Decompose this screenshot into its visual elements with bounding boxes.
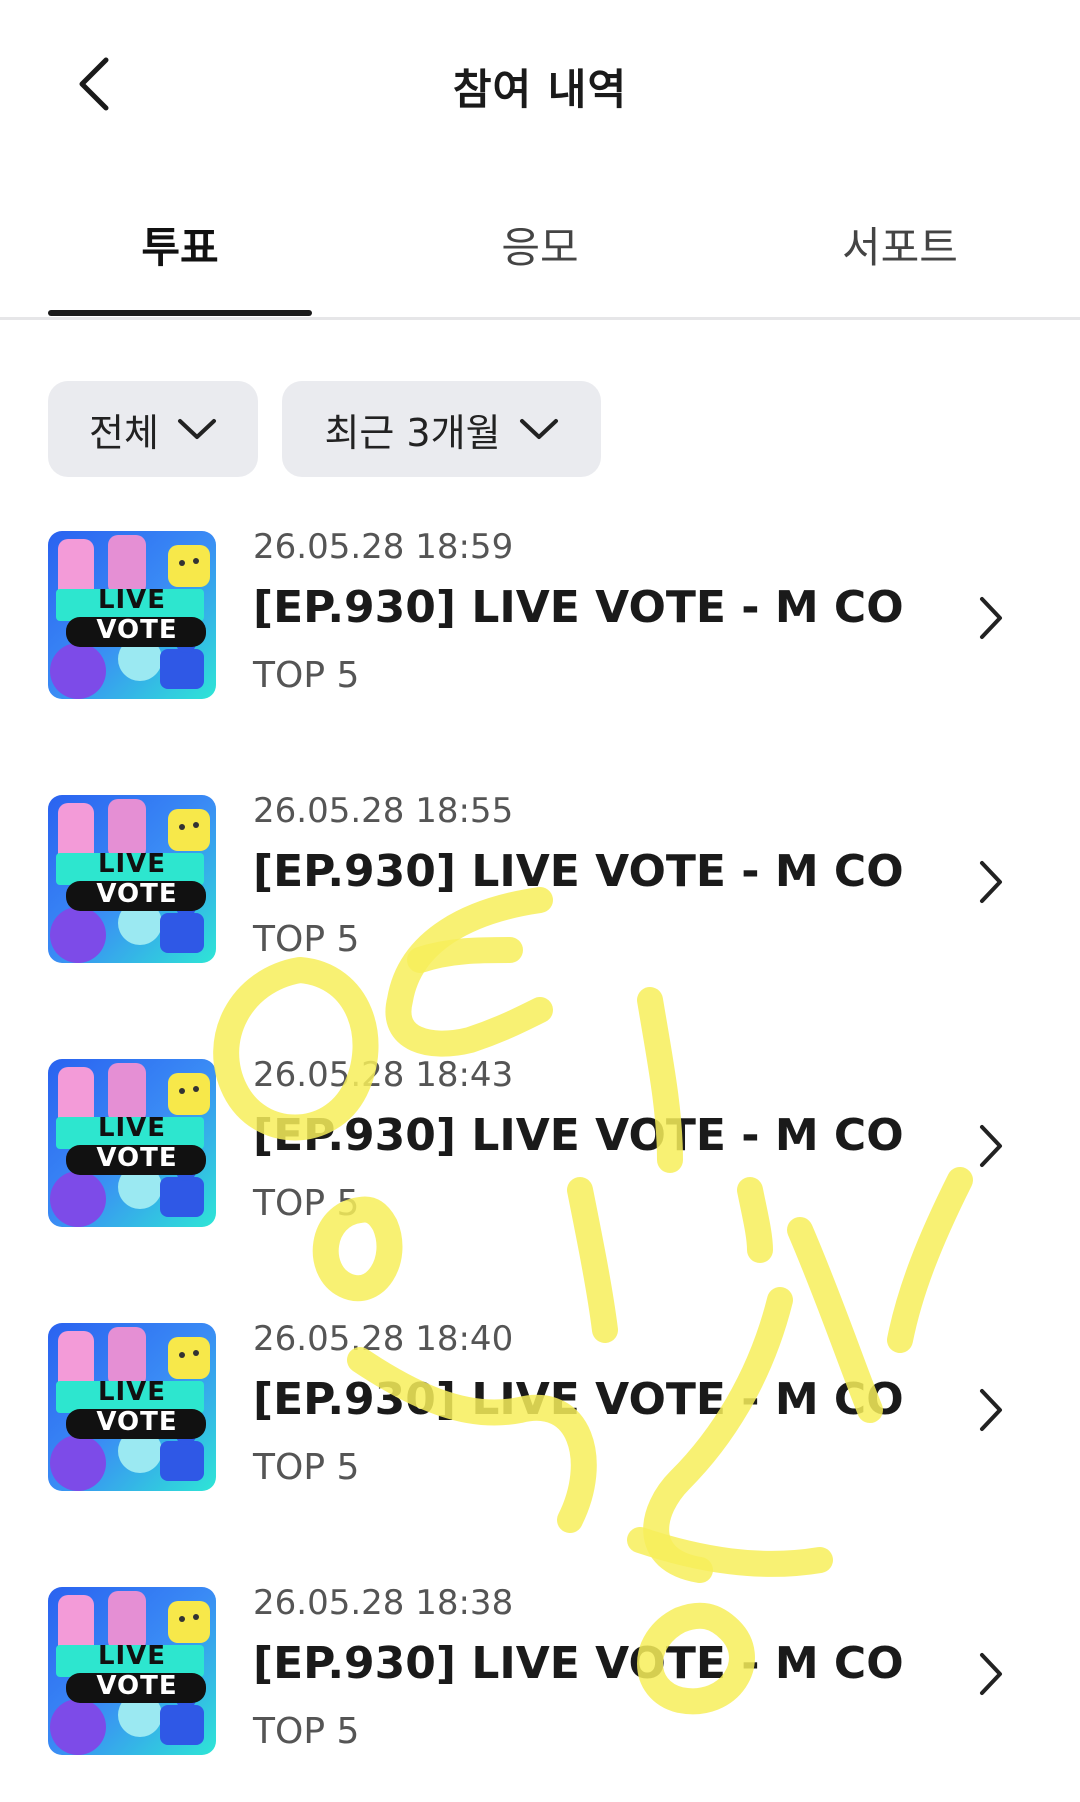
vote-thumbnail: LIVE VOTE	[48, 795, 216, 963]
item-subtitle: TOP 5	[253, 1183, 360, 1224]
item-subtitle: TOP 5	[253, 1711, 360, 1752]
thumbnail-text-live: LIVE	[97, 1377, 167, 1407]
item-subtitle: TOP 5	[253, 655, 360, 696]
tab-support[interactable]: 서포트	[720, 214, 1080, 275]
thumbnail-text-live: LIVE	[97, 1641, 167, 1671]
thumbnail-text-vote: VOTE	[96, 1407, 178, 1437]
list-item[interactable]: LIVE VOTE 26.05.28 18:40 [EP.930] LIVE V…	[0, 1312, 1080, 1512]
thumbnail-text-live: LIVE	[97, 849, 167, 879]
thumbnail-text-live: LIVE	[97, 585, 167, 615]
chevron-right-icon	[980, 597, 1002, 639]
category-filter-dropdown[interactable]: 전체	[48, 381, 258, 477]
thumbnail-text-vote: VOTE	[96, 1143, 178, 1173]
item-subtitle: TOP 5	[253, 919, 360, 960]
item-subtitle: TOP 5	[253, 1447, 360, 1488]
tab-apply[interactable]: 응모	[360, 214, 720, 275]
chevron-right-icon	[980, 1389, 1002, 1431]
vote-thumbnail: LIVE VOTE	[48, 1323, 216, 1491]
list-item[interactable]: LIVE VOTE 26.05.28 18:38 [EP.930] LIVE V…	[0, 1576, 1080, 1776]
vote-thumbnail: LIVE VOTE	[48, 531, 216, 699]
item-date: 26.05.28 18:43	[253, 1055, 514, 1095]
category-filter-label: 전체	[89, 410, 159, 455]
item-title: [EP.930] LIVE VOTE - M CO...	[253, 1110, 903, 1161]
list-item[interactable]: LIVE VOTE 26.05.28 18:55 [EP.930] LIVE V…	[0, 784, 1080, 984]
chevron-right-icon	[980, 1125, 1002, 1167]
list-item[interactable]: LIVE VOTE 26.05.28 18:59 [EP.930] LIVE V…	[0, 520, 1080, 720]
vote-thumbnail: LIVE VOTE	[48, 1587, 216, 1755]
thumbnail-text-vote: VOTE	[96, 1671, 178, 1701]
item-title: [EP.930] LIVE VOTE - M CO...	[253, 582, 903, 633]
tab-vote[interactable]: 투표	[0, 214, 360, 275]
thumbnail-text-live: LIVE	[97, 1113, 167, 1143]
chevron-right-icon	[980, 1653, 1002, 1695]
chevron-down-icon	[519, 419, 558, 439]
tab-bar: 투표 응모 서포트	[0, 190, 1080, 320]
item-title: [EP.930] LIVE VOTE - M CO...	[253, 1638, 903, 1689]
chevron-down-icon	[177, 419, 216, 439]
vote-thumbnail: LIVE VOTE	[48, 1059, 216, 1227]
item-date: 26.05.28 18:59	[253, 527, 514, 567]
chevron-right-icon	[980, 861, 1002, 903]
item-date: 26.05.28 18:55	[253, 791, 514, 831]
period-filter-label: 최근 3개월	[324, 410, 501, 455]
active-tab-indicator	[48, 310, 312, 316]
list-item[interactable]: LIVE VOTE 26.05.28 18:43 [EP.930] LIVE V…	[0, 1048, 1080, 1248]
item-title: [EP.930] LIVE VOTE - M CO...	[253, 1374, 903, 1425]
thumbnail-text-vote: VOTE	[96, 879, 178, 909]
period-filter-dropdown[interactable]: 최근 3개월	[282, 381, 601, 477]
thumbnail-text-vote: VOTE	[96, 615, 178, 645]
app-header: 참여 내역	[0, 0, 1080, 170]
item-date: 26.05.28 18:38	[253, 1583, 514, 1623]
item-title: [EP.930] LIVE VOTE - M CO...	[253, 846, 903, 897]
page-title: 참여 내역	[452, 65, 628, 114]
item-date: 26.05.28 18:40	[253, 1319, 514, 1359]
